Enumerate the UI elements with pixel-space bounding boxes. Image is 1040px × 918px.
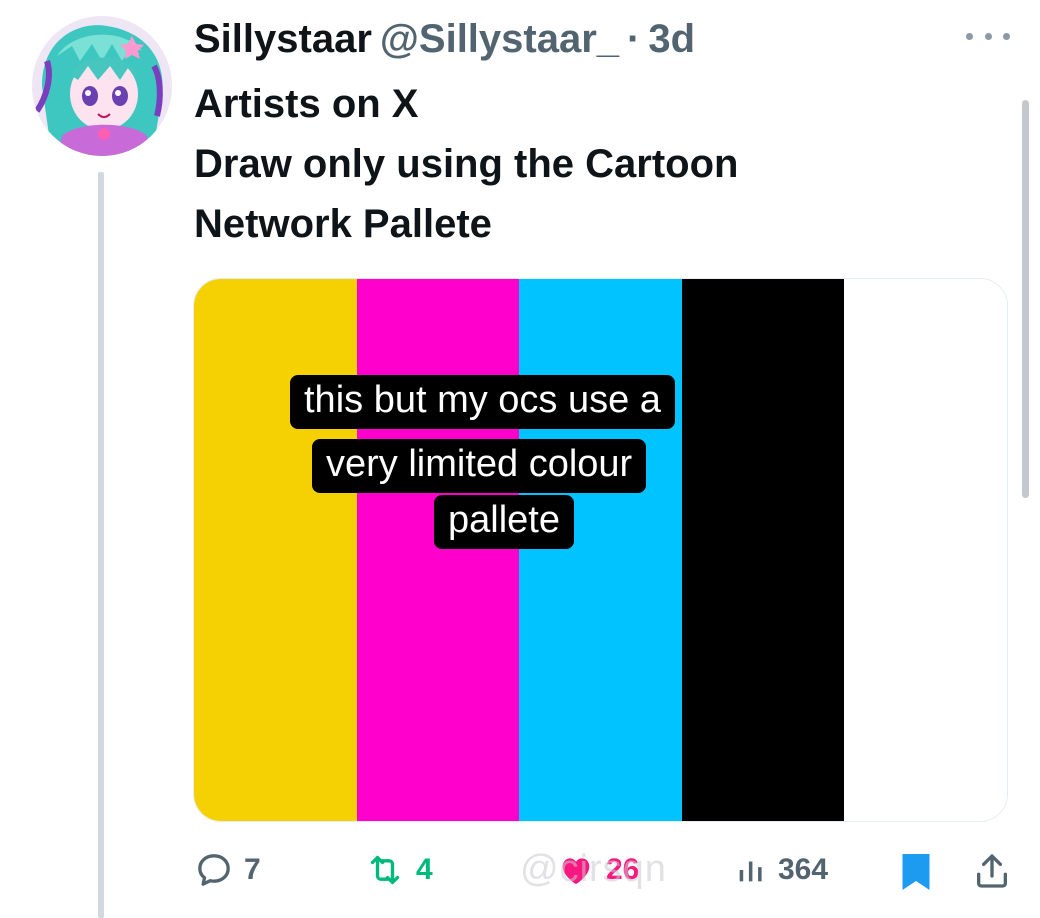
- display-name[interactable]: Sillystaar: [194, 14, 372, 64]
- tweet-text-line: Draw only using the Cartoon: [194, 142, 739, 186]
- more-icon[interactable]: [966, 26, 1010, 46]
- tweet: Sillystaar @Sillystaar_ · 3d Artists on …: [0, 0, 1040, 918]
- like-button[interactable]: 26: [556, 850, 639, 890]
- avatar-image: [32, 16, 172, 156]
- reply-icon: [198, 854, 230, 886]
- tweet-text-line: Network Pallete: [194, 202, 492, 246]
- repost-count: 4: [416, 853, 433, 886]
- palette-bar-black: [681, 279, 845, 821]
- tweet-text-line: Artists on X: [194, 82, 419, 126]
- share-icon: [977, 854, 1007, 888]
- bookmark-icon: [902, 854, 930, 890]
- views-count: 364: [778, 853, 829, 886]
- scrollbar[interactable]: [1022, 100, 1029, 498]
- like-count: 26: [606, 853, 640, 886]
- reply-button[interactable]: 7: [194, 850, 261, 890]
- timestamp[interactable]: 3d: [648, 14, 695, 64]
- palette-bar-magenta: [356, 279, 520, 821]
- tweet-text: Artists on X Draw only using the Cartoon…: [194, 74, 974, 254]
- user-handle[interactable]: @Sillystaar_: [380, 14, 619, 64]
- reply-count: 7: [244, 853, 261, 886]
- views-button[interactable]: 364: [734, 850, 828, 890]
- palette-bar-white: [844, 279, 1007, 821]
- views-icon: [739, 861, 762, 882]
- action-bar: 7 4 26 364: [194, 840, 1024, 904]
- share-button[interactable]: [972, 850, 1012, 892]
- separator-dot: ·: [627, 17, 641, 61]
- thread-line: [98, 172, 104, 918]
- repost-button[interactable]: 4: [364, 850, 433, 890]
- palette-bar-yellow: [194, 279, 357, 821]
- like-icon: [562, 858, 590, 885]
- repost-icon: [370, 855, 400, 885]
- tweet-header: Sillystaar @Sillystaar_ · 3d: [194, 14, 695, 64]
- avatar[interactable]: [32, 16, 172, 156]
- bookmark-button[interactable]: [898, 850, 934, 894]
- media-image[interactable]: this but my ocs use a very limited colou…: [193, 278, 1008, 822]
- palette-bar-cyan: [519, 279, 682, 821]
